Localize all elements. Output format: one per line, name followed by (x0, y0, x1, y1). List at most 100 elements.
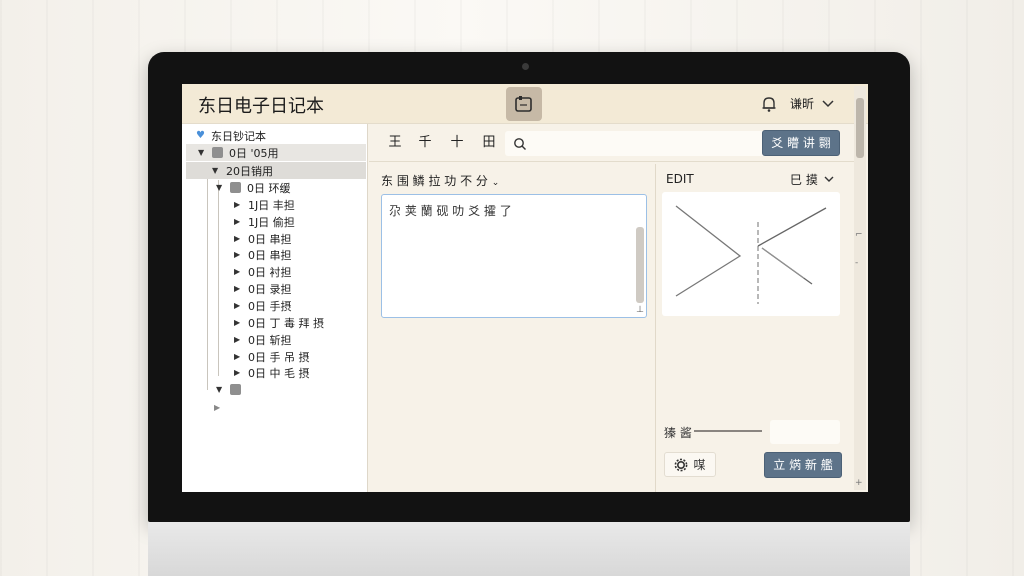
editor-header[interactable]: 东 围 鳞 拉 功 不 分 ⌄ (381, 172, 499, 189)
notebook-icon (515, 96, 532, 112)
folder-icon (230, 384, 241, 395)
window-scrollbar[interactable]: ⌐ - + (854, 86, 866, 490)
tree-label: 0日 串担 (248, 248, 292, 262)
tree-item[interactable]: ▶ 0日 串担 (234, 230, 292, 247)
format-button-3[interactable]: 十 (443, 132, 471, 154)
app-title: 东日电子日记本 (198, 96, 324, 117)
bell-icon[interactable] (760, 95, 778, 113)
expand-triangle-icon: ▼ (216, 385, 223, 394)
primary-action-button[interactable]: 立 焫 新 艦 (764, 452, 842, 478)
toolbar-action-button[interactable]: 爻 矒 讲 翾 (762, 130, 840, 156)
collapsed-triangle-icon: ▶ (234, 318, 241, 327)
tree-item[interactable]: ▶ 1J日 偷担 (234, 213, 295, 230)
webcam-dot (522, 63, 529, 70)
tree-folder[interactable]: ▼ 0日 '05用 (186, 144, 366, 161)
tree-label: 东日钞记本 (210, 129, 266, 143)
search-input[interactable] (505, 131, 781, 156)
sketch-drawing (675, 205, 827, 304)
format-button-4[interactable]: 田 (475, 132, 503, 154)
tree-folder[interactable]: ▼ (216, 381, 241, 398)
tree-label: 0日 中 毛 摂 (248, 366, 310, 380)
edit-panel-menu-label: 巳 摸 (790, 173, 818, 187)
expand-triangle-icon: ▼ (212, 166, 219, 175)
edit-panel-menu[interactable]: 巳 摸 (790, 171, 834, 188)
brush-size-row: 獉 酱 (664, 420, 844, 444)
tree-label: 0日 录担 (248, 282, 292, 296)
settings-button-label: 㖼 (693, 458, 706, 472)
chevron-down-icon: ⌄ (491, 178, 500, 188)
tree-label: 0日 '05用 (229, 146, 279, 160)
tree-item[interactable]: ▶ 0日 手 吊 摂 (234, 348, 310, 365)
tree-guide-line (218, 180, 219, 376)
collapsed-triangle-icon: ▶ (234, 368, 241, 377)
settings-button[interactable]: 㖼 (664, 452, 716, 477)
app-window: 东日电子日记本 谦昕 ♥ 东日钞记本 ▼ 0日 '05用 ▼ 20日销用 ▼ 0… (182, 84, 868, 492)
tree-label: 1J日 偷担 (248, 215, 295, 229)
collapsed-triangle-icon: ▶ (214, 403, 221, 412)
gear-icon (675, 458, 688, 471)
scrollbar-thumb[interactable] (856, 98, 864, 158)
tree-item[interactable]: ▶ 0日 衬担 (234, 263, 292, 280)
tree-label: 0日 环缓 (247, 181, 291, 195)
folder-icon (230, 182, 241, 193)
app-logo-icon[interactable] (506, 87, 542, 121)
tree-folder[interactable]: ▶ (214, 399, 222, 416)
collapsed-triangle-icon: ▶ (234, 250, 241, 259)
brush-size-slider[interactable] (694, 430, 762, 432)
tree-label: 0日 衬担 (248, 265, 292, 279)
tree-label: 0日 串担 (248, 232, 292, 246)
tree-item[interactable]: ▶ 1J日 丰担 (234, 196, 295, 213)
slider-label: 獉 酱 (664, 426, 692, 440)
scroll-mark-icon: ⌐ (855, 230, 863, 240)
edit-panel: EDIT 巳 摸 獉 酱 㖼 立 焫 新 艦 (656, 164, 856, 492)
tree-label: 0日 丁 毒 拜 摂 (248, 316, 324, 330)
resize-handle-icon[interactable]: ⊥ (636, 305, 644, 315)
tree-item[interactable]: ▶ 0日 手摂 (234, 297, 292, 314)
format-button-1[interactable]: 王 (381, 132, 409, 154)
tree-label: 0日 手摂 (248, 299, 292, 313)
editor-scrollbar[interactable] (636, 227, 644, 303)
scroll-plus-icon[interactable]: + (855, 478, 863, 488)
folder-icon (212, 147, 223, 158)
expand-triangle-icon: ▼ (198, 148, 205, 157)
search-icon (514, 138, 526, 150)
brush-size-input[interactable] (770, 420, 840, 444)
tree-item[interactable]: ▶ 0日 串担 (234, 246, 292, 263)
tree-folder[interactable]: ▼ 0日 环缓 (216, 179, 291, 196)
sketch-canvas[interactable] (662, 192, 840, 316)
format-button-2[interactable]: 千 (411, 132, 439, 154)
collapsed-triangle-icon: ▶ (234, 284, 241, 293)
collapsed-triangle-icon: ▶ (234, 301, 241, 310)
collapsed-triangle-icon: ▶ (234, 335, 241, 344)
tree-folder-selected[interactable]: ▼ 20日销用 (186, 162, 366, 179)
tree-label: 0日 手 吊 摂 (248, 350, 310, 364)
expand-triangle-icon: ▼ (216, 183, 223, 192)
tree-item[interactable]: ▶ 0日 丁 毒 拜 摂 (234, 314, 324, 331)
tree-item[interactable]: ▶ 0日 中 毛 摂 (234, 364, 310, 381)
text-editor[interactable]: 尕 荚 蘭 砚 叻 爻 攉 了 ⊥ (381, 194, 647, 318)
tree-item[interactable]: ▶ 0日 录担 (234, 280, 292, 297)
monitor-stand (148, 522, 910, 576)
title-bar: 东日电子日记本 谦昕 (182, 84, 868, 124)
tree-label: 0日 斩担 (248, 333, 292, 347)
collapsed-triangle-icon: ▶ (234, 217, 241, 226)
collapsed-triangle-icon: ▶ (234, 234, 241, 243)
tree-label: 1J日 丰担 (248, 198, 295, 212)
editor-pane: 东 围 鳞 拉 功 不 分 ⌄ 尕 荚 蘭 砚 叻 爻 攉 了 ⊥ (369, 164, 655, 492)
tree-guide-line (207, 162, 208, 390)
collapsed-triangle-icon: ▶ (234, 352, 241, 361)
editor-header-label: 东 围 鳞 拉 功 不 分 (381, 174, 488, 188)
edit-panel-title: EDIT (666, 172, 694, 186)
tree-item[interactable]: ▶ 0日 斩担 (234, 331, 292, 348)
tree-root[interactable]: ♥ 东日钞记本 (196, 127, 266, 144)
sidebar-tree: ♥ 东日钞记本 ▼ 0日 '05用 ▼ 20日销用 ▼ 0日 环缓 ▶ 1J日 … (182, 124, 368, 492)
heart-icon: ♥ (196, 130, 205, 141)
user-menu[interactable]: 谦昕 (790, 95, 834, 112)
scroll-mark-icon: - (855, 258, 859, 268)
tree-label: 20日销用 (226, 164, 273, 178)
user-menu-label: 谦昕 (790, 97, 815, 111)
collapsed-triangle-icon: ▶ (234, 267, 241, 276)
chevron-down-icon (824, 176, 834, 182)
collapsed-triangle-icon: ▶ (234, 200, 241, 209)
chevron-down-icon (822, 99, 834, 107)
